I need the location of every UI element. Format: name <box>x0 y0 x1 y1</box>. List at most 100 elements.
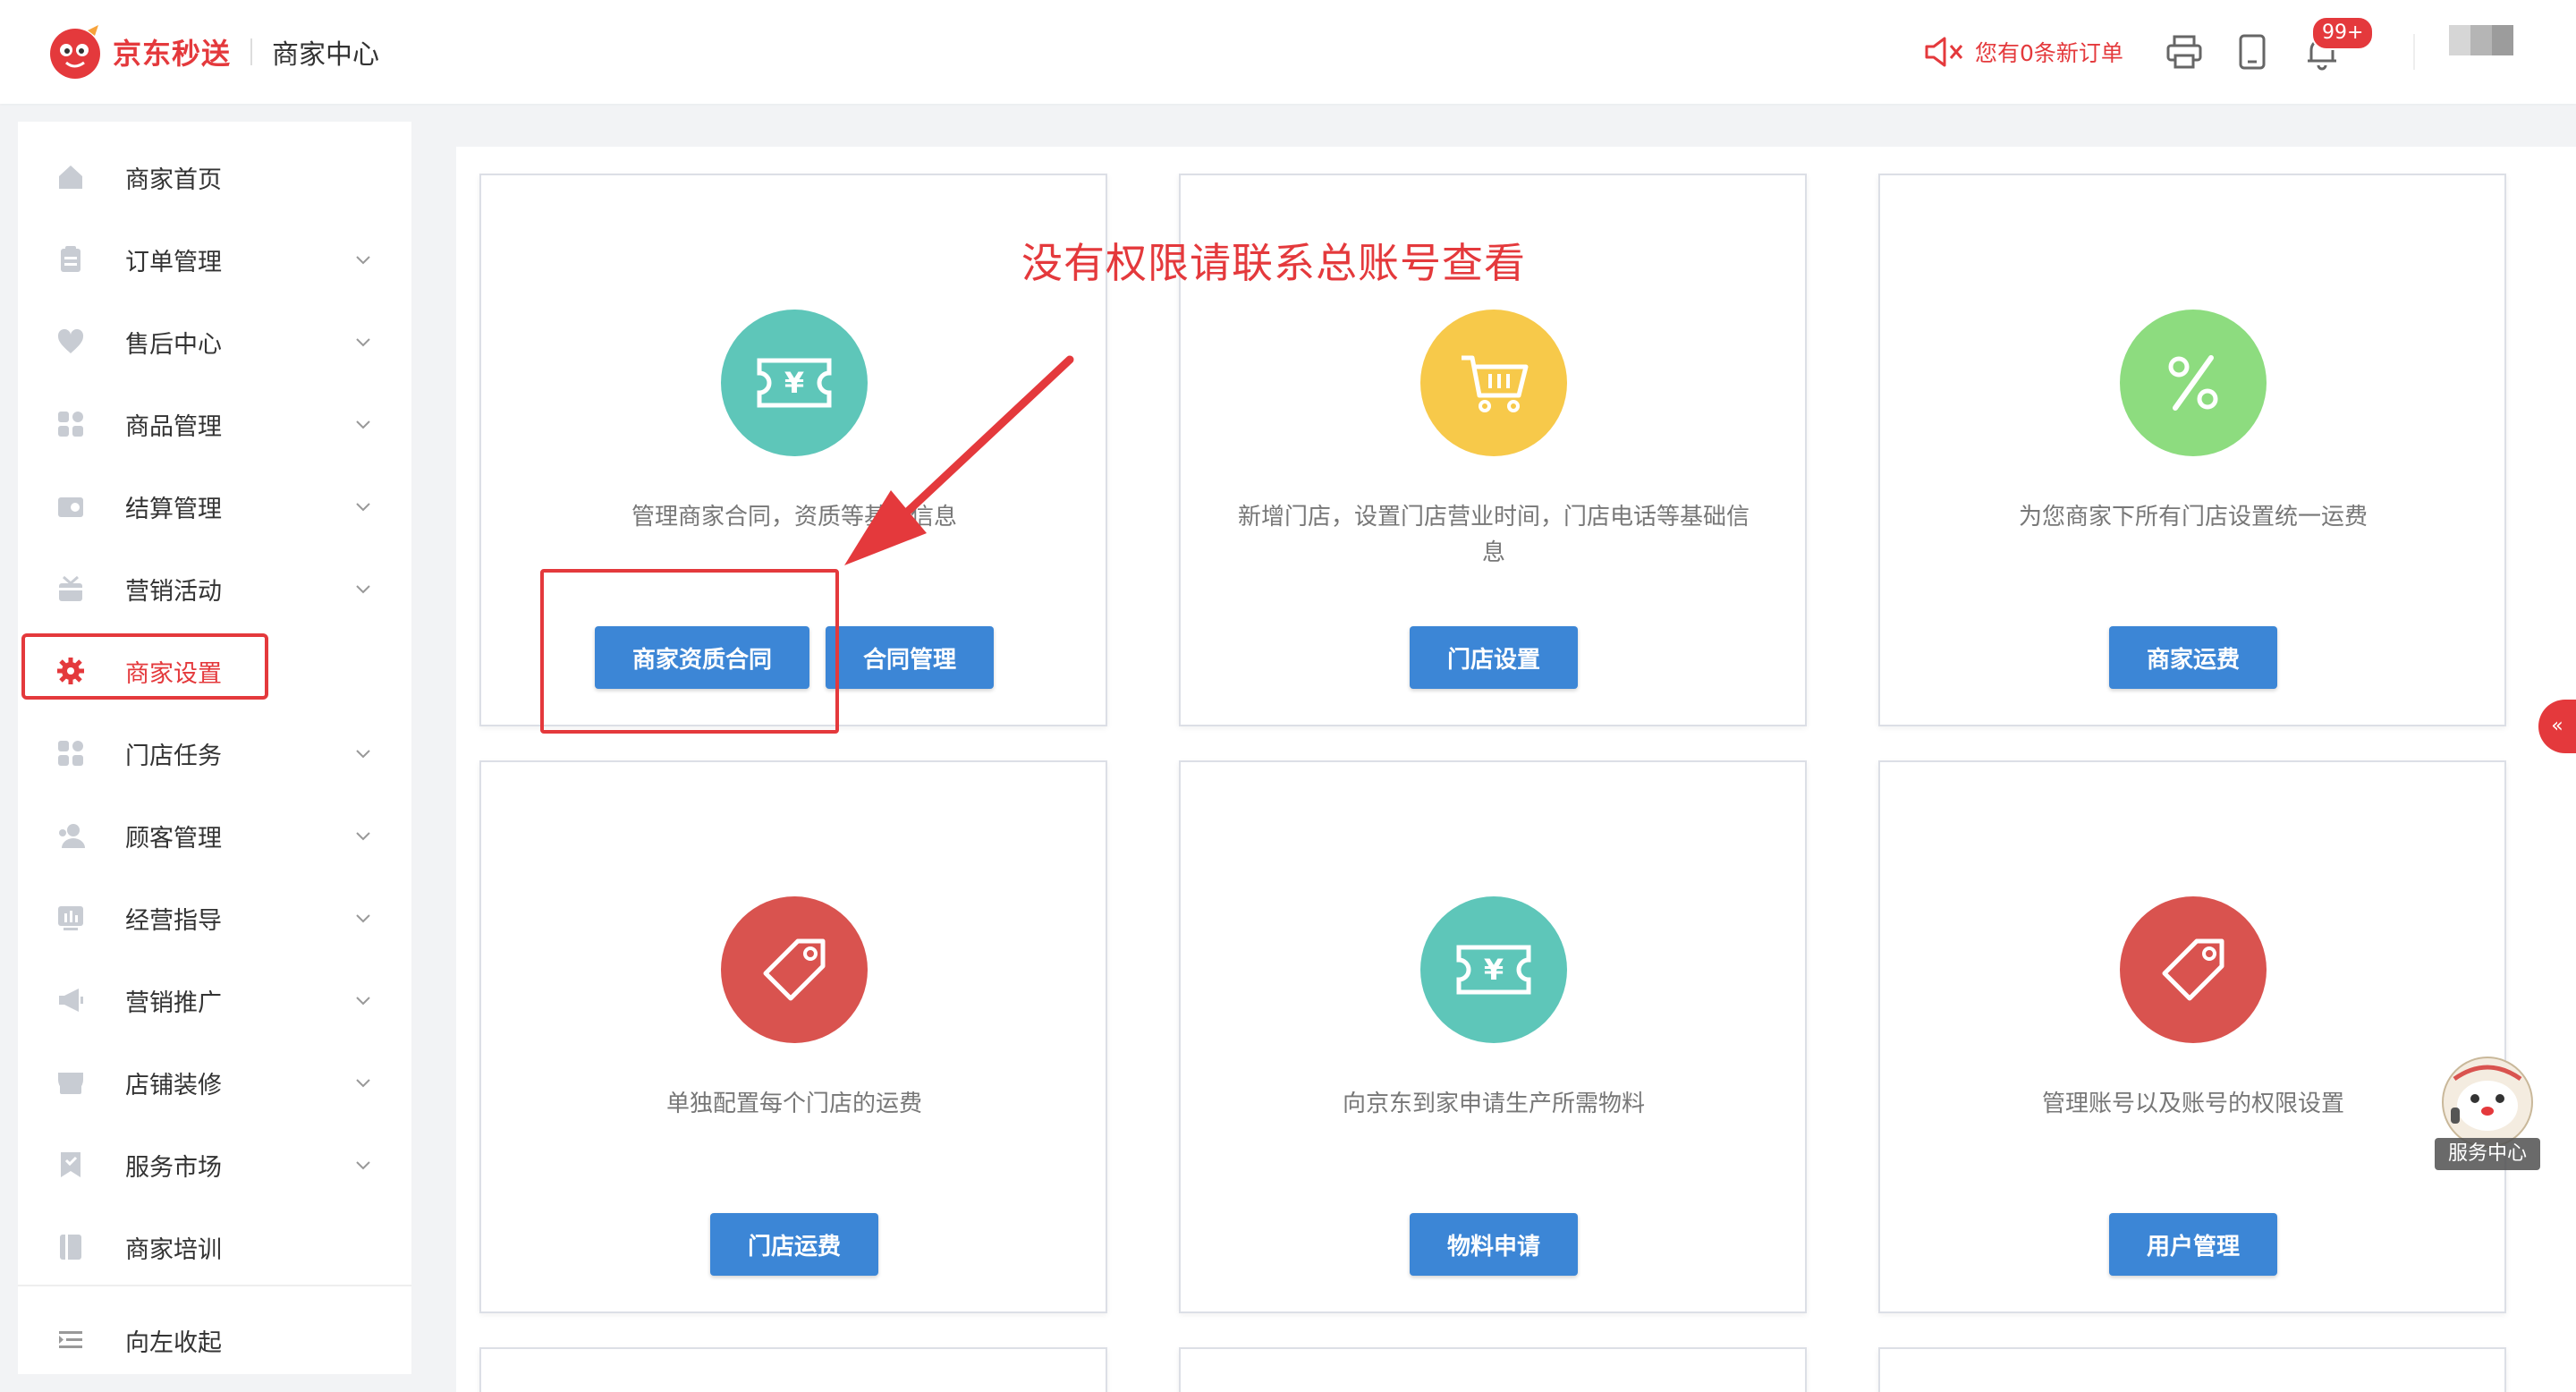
chevron-down-icon <box>356 914 370 923</box>
chevron-down-icon <box>356 750 370 759</box>
chevron-down-icon <box>356 1079 370 1088</box>
card-icon-circle <box>2120 310 2267 456</box>
home-icon <box>59 166 82 189</box>
sidebar-item-after-sales[interactable]: 售后中心 <box>18 301 411 383</box>
card-icon-circle: ¥ <box>721 310 868 456</box>
active-item-highlight <box>21 633 268 700</box>
svg-text:¥: ¥ <box>784 366 804 400</box>
app-subtitle: 商家中心 <box>272 39 380 71</box>
header-divider <box>2413 34 2415 70</box>
wallet-icon <box>58 497 83 517</box>
card-description: 向京东到家申请生产所需物料 <box>1342 1091 1645 1117</box>
card-icon-circle <box>721 896 868 1043</box>
sidebar-item-orders[interactable]: 订单管理 <box>18 218 411 301</box>
brand-logo[interactable]: 京东秒送 商家中心 <box>47 23 379 81</box>
contract-management-button[interactable]: 合同管理 <box>826 626 995 689</box>
main-content: ¥ 管理商家合同，资质等基本信息 商家资质合同 合同管理 新增门店，设置门店营业… <box>456 147 2576 1392</box>
sidebar-item-label: 营销推广 <box>125 989 222 1017</box>
card-merchant-shipping: 为您商家下所有门店设置统一运费 商家运费 <box>1878 174 2506 726</box>
svg-text:¥: ¥ <box>1484 953 1504 987</box>
new-order-text: 您有0条新订单 <box>1975 40 2123 66</box>
chevron-down-icon <box>356 338 370 347</box>
chevron-down-icon <box>356 256 370 265</box>
store-icon <box>58 1073 83 1094</box>
store-shipping-fee-button[interactable]: 门店运费 <box>709 1213 878 1276</box>
heart-shield-icon <box>57 328 84 353</box>
card-actions: 用户管理 <box>1880 1213 2506 1276</box>
sidebar-item-label: 订单管理 <box>125 248 222 276</box>
sidebar-item-label: 经营指导 <box>125 906 222 935</box>
tablet-icon[interactable] <box>2233 32 2272 72</box>
percent-icon <box>2168 355 2218 411</box>
store-settings-button[interactable]: 门店设置 <box>1409 626 1578 689</box>
sidebar-item-customers[interactable]: 顾客管理 <box>18 794 411 877</box>
card-partial <box>479 1347 1107 1392</box>
sidebar-item-store-decoration[interactable]: 店铺装修 <box>18 1041 411 1124</box>
service-center-widget[interactable]: 服务中心 <box>2435 1052 2540 1172</box>
tag-icon <box>2162 938 2224 1001</box>
sidebar-item-label: 商家首页 <box>125 166 222 194</box>
notification-badge: 99+ <box>2311 16 2375 50</box>
card-description: 单独配置每个门店的运费 <box>665 1091 922 1117</box>
chevron-down-icon <box>356 420 370 429</box>
sidebar-item-products[interactable]: 商品管理 <box>18 383 411 465</box>
sidebar-item-training[interactable]: 商家培训 <box>18 1206 411 1288</box>
sidebar-item-label: 商品管理 <box>125 412 222 441</box>
sidebar-item-label: 商家培训 <box>125 1235 222 1264</box>
mascot-service-icon <box>2442 1057 2533 1148</box>
card-actions: 物料申请 <box>1181 1213 1807 1276</box>
gift-icon <box>59 575 82 601</box>
user-management-button[interactable]: 用户管理 <box>2108 1213 2277 1276</box>
card-description: 管理账号以及账号的权限设置 <box>2041 1091 2344 1117</box>
card-user-management: 管理账号以及账号的权限设置 用户管理 <box>1878 760 2506 1313</box>
card-material-request: ¥ 向京东到家申请生产所需物料 物料申请 <box>1179 760 1807 1313</box>
sidebar-item-promotion[interactable]: 营销推广 <box>18 959 411 1041</box>
sidebar-item-home[interactable]: 商家首页 <box>18 136 411 218</box>
card-description: 新增门店，设置门店营业时间，门店电话等基础信息 <box>1237 504 1750 566</box>
top-header: 京东秒送 商家中心 您有0条新订单 99+ <box>0 0 2576 104</box>
sidebar-item-guidance[interactable]: 经营指导 <box>18 877 411 959</box>
material-request-button[interactable]: 物料申请 <box>1409 1213 1578 1276</box>
card-description: 管理商家合同，资质等基本信息 <box>631 504 957 530</box>
card-actions: 门店设置 <box>1181 626 1807 689</box>
sidebar-divider <box>18 1285 411 1286</box>
printer-icon[interactable] <box>2165 32 2204 72</box>
card-partial <box>1179 1347 1807 1392</box>
card-icon-circle <box>2120 896 2267 1043</box>
sidebar-item-settlement[interactable]: 结算管理 <box>18 465 411 547</box>
card-description: 为您商家下所有门店设置统一运费 <box>2018 504 2368 530</box>
voucher-icon: ¥ <box>1456 945 1531 995</box>
chevron-down-icon <box>356 997 370 1006</box>
chevron-down-icon <box>356 832 370 841</box>
collapse-left-icon <box>59 1331 82 1348</box>
card-actions: 商家运费 <box>1880 626 2506 689</box>
new-order-notice[interactable]: 您有0条新订单 <box>1923 32 2123 72</box>
annotation-text: 没有权限请联系总账号查看 <box>1021 239 1526 287</box>
sidebar-collapse-button[interactable]: 向左收起 <box>18 1299 411 1381</box>
grid-icon <box>58 741 83 766</box>
sidebar-item-marketing[interactable]: 营销活动 <box>18 547 411 630</box>
sidebar: 商家首页 订单管理 售后中心 商品管理 结算管理 营销活动 商家设置 门店任务 … <box>18 122 411 1374</box>
chart-icon <box>58 906 83 930</box>
speaker-muted-icon <box>1925 37 1963 67</box>
voucher-icon: ¥ <box>757 358 832 408</box>
sidebar-item-label: 店铺装修 <box>125 1071 222 1099</box>
sidebar-item-label: 服务市场 <box>125 1153 222 1182</box>
annotation-highlight-box <box>540 569 839 734</box>
tag-icon <box>763 938 826 1001</box>
users-icon <box>59 824 85 848</box>
brand-name: 京东秒送 <box>113 37 232 71</box>
user-avatar[interactable] <box>2449 25 2513 55</box>
sidebar-item-store-tasks[interactable]: 门店任务 <box>18 712 411 794</box>
bookmark-icon <box>61 1152 80 1177</box>
chevron-down-icon <box>356 585 370 594</box>
grid-icon <box>58 412 83 437</box>
sidebar-item-label: 结算管理 <box>125 495 222 523</box>
merchant-shipping-fee-button[interactable]: 商家运费 <box>2108 626 2277 689</box>
sidebar-item-label: 顾客管理 <box>125 824 222 853</box>
sidebar-collapse-label: 向左收起 <box>125 1328 222 1357</box>
book-icon <box>60 1235 81 1260</box>
sidebar-item-service-market[interactable]: 服务市场 <box>18 1124 411 1206</box>
card-icon-circle <box>1420 310 1567 456</box>
card-icon-circle: ¥ <box>1420 896 1567 1043</box>
